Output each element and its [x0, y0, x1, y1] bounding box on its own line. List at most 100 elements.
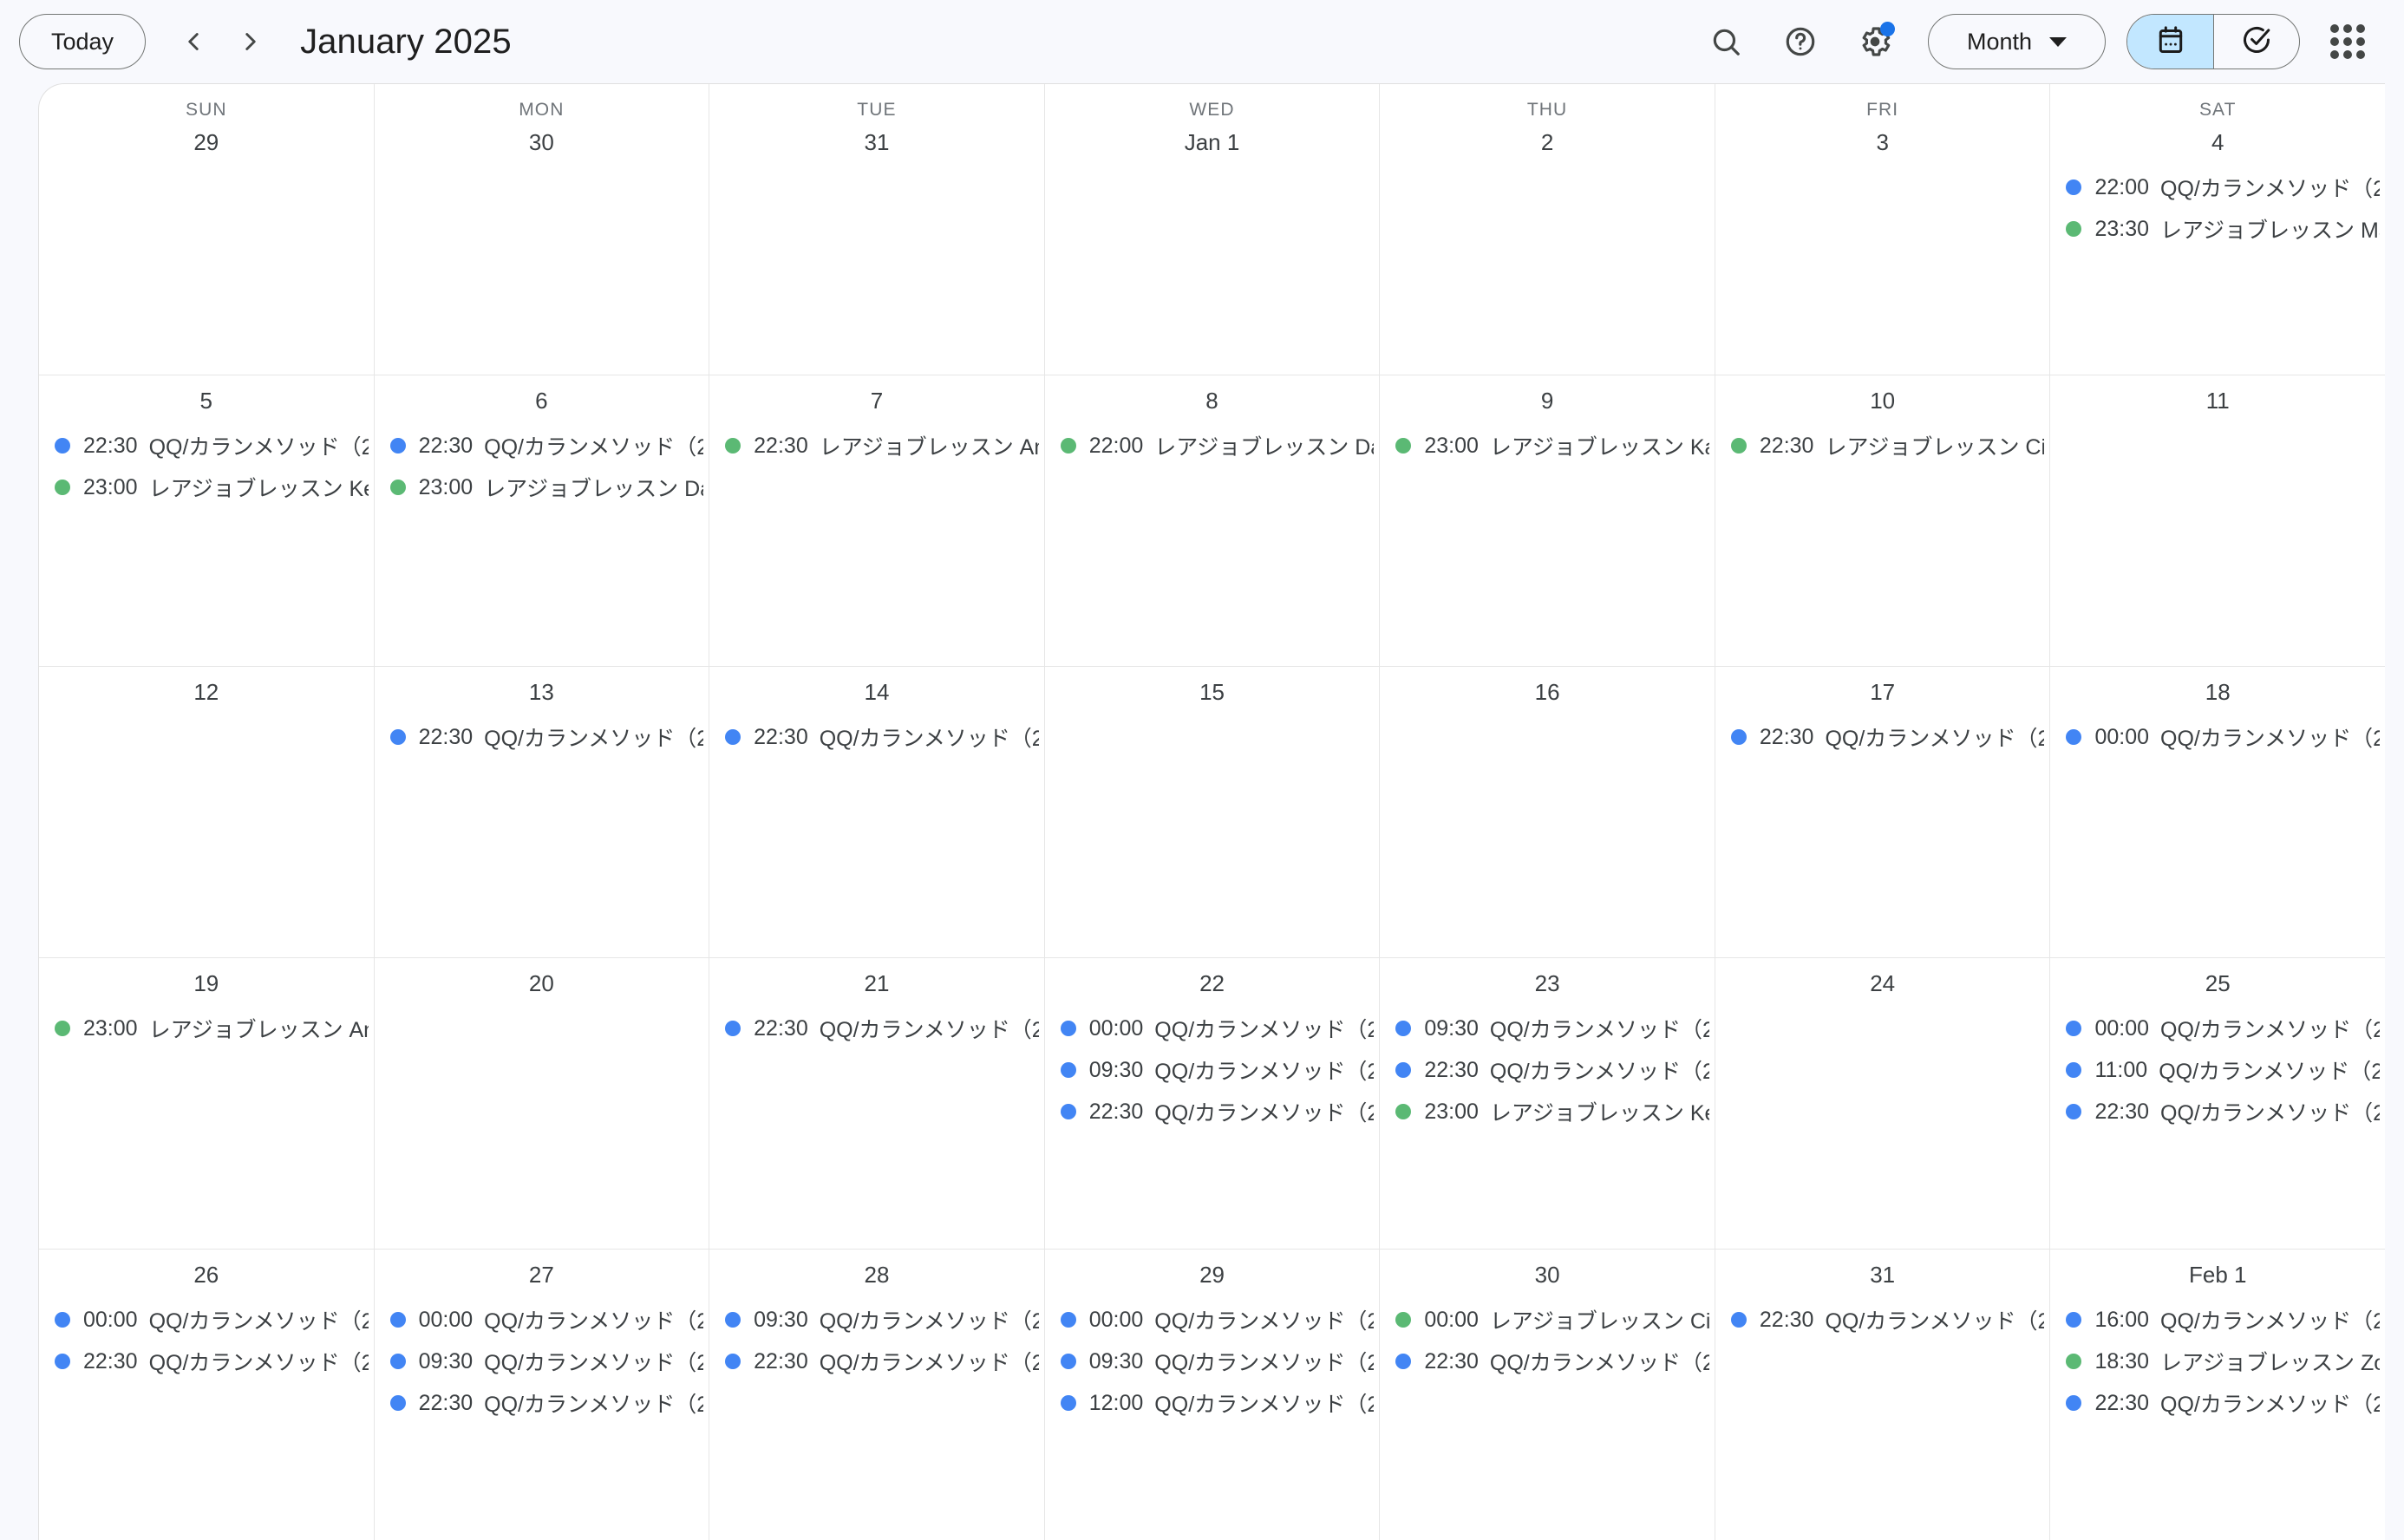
- day-number[interactable]: 19: [39, 962, 374, 1006]
- calendar-event[interactable]: 23:00 レアジョブレッスン Dan: [375, 467, 709, 508]
- day-cell[interactable]: 5 22:30 QQ/カランメソッド（25 23:00 レアジョブレッスン Kel: [39, 375, 375, 666]
- calendar-event[interactable]: 00:00 QQ/カランメソッド（2: [39, 1299, 374, 1341]
- calendar-event[interactable]: 16:00 QQ/カランメソッド（25: [2050, 1299, 2385, 1341]
- day-number[interactable]: 29: [1045, 1253, 1380, 1297]
- calendar-event[interactable]: 11:00 QQ/カランメソッド（25: [2050, 1049, 2385, 1091]
- calendar-event[interactable]: 09:30 QQ/カランメソッド（2: [1380, 1008, 1715, 1049]
- calendar-event[interactable]: 22:30 QQ/カランメソッド（25: [1715, 716, 2050, 758]
- calendar-event[interactable]: 22:30 QQ/カランメソッド（25: [375, 1382, 709, 1424]
- calendar-event[interactable]: 23:30 レアジョブレッスン Mar: [2050, 208, 2385, 250]
- day-cell[interactable]: 18 00:00 QQ/カランメソッド（2: [2050, 667, 2385, 957]
- help-button[interactable]: [1767, 8, 1834, 75]
- day-number[interactable]: 6: [375, 379, 709, 423]
- day-number[interactable]: 31: [1715, 1253, 2050, 1297]
- calendar-event[interactable]: 23:00 レアジョブレッスン Kel: [1380, 1091, 1715, 1132]
- calendar-event[interactable]: 22:30 QQ/カランメソッド（25: [39, 425, 374, 467]
- day-number[interactable]: 20: [375, 962, 709, 1006]
- day-cell[interactable]: 25 00:00 QQ/カランメソッド（2 11:00 QQ/カランメソッド（25 22:…: [2050, 958, 2385, 1249]
- calendar-event[interactable]: 23:00 レアジョブレッスン Kai: [1380, 425, 1715, 467]
- calendar-event[interactable]: 22:30 QQ/カランメソッド（25: [1380, 1341, 1715, 1382]
- previous-month-button[interactable]: [165, 13, 222, 70]
- toggle-tasks-button[interactable]: [2213, 15, 2299, 69]
- day-cell[interactable]: 12: [39, 667, 375, 957]
- day-cell[interactable]: 6 22:30 QQ/カランメソッド（25 23:00 レアジョブレッスン Dan: [375, 375, 710, 666]
- calendar-event[interactable]: 22:30 QQ/カランメソッド（25: [1045, 1091, 1380, 1132]
- calendar-event[interactable]: 09:30 QQ/カランメソッド（2: [1045, 1341, 1380, 1382]
- day-number[interactable]: 26: [39, 1253, 374, 1297]
- day-cell[interactable]: 15: [1045, 667, 1381, 957]
- calendar-event[interactable]: 22:30 QQ/カランメソッド（25: [709, 1341, 1044, 1382]
- day-number[interactable]: 14: [709, 670, 1044, 715]
- day-number[interactable]: 7: [709, 379, 1044, 423]
- calendar-event[interactable]: 09:30 QQ/カランメソッド（2: [709, 1299, 1044, 1341]
- calendar-event[interactable]: 22:30 レアジョブレッスン Ami: [709, 425, 1044, 467]
- calendar-event[interactable]: 00:00 QQ/カランメソッド（2: [2050, 716, 2385, 758]
- calendar-event[interactable]: 22:30 QQ/カランメソッド（25: [1715, 1299, 2050, 1341]
- day-number[interactable]: 29: [39, 121, 374, 165]
- search-button[interactable]: [1692, 8, 1760, 75]
- calendar-event[interactable]: 00:00 QQ/カランメソッド（2: [1045, 1299, 1380, 1341]
- day-cell[interactable]: TUE 31: [709, 84, 1045, 375]
- toggle-calendar-button[interactable]: [2127, 15, 2213, 69]
- day-number[interactable]: 31: [709, 121, 1044, 165]
- day-cell[interactable]: SUN 29: [39, 84, 375, 375]
- calendar-event[interactable]: 00:00 QQ/カランメソッド（2: [1045, 1008, 1380, 1049]
- today-button[interactable]: Today: [19, 14, 147, 69]
- calendar-event[interactable]: 00:00 QQ/カランメソッド（2: [2050, 1008, 2385, 1049]
- day-cell[interactable]: Feb 1 16:00 QQ/カランメソッド（25 18:30 レアジョブレッスン Zo…: [2050, 1250, 2385, 1540]
- day-cell[interactable]: 13 22:30 QQ/カランメソッド（25: [375, 667, 710, 957]
- day-cell[interactable]: 22 00:00 QQ/カランメソッド（2 09:30 QQ/カランメソッド（2 22:3…: [1045, 958, 1381, 1249]
- day-number[interactable]: 12: [39, 670, 374, 715]
- calendar-event[interactable]: 22:30 QQ/カランメソッド（25: [375, 716, 709, 758]
- day-number[interactable]: 10: [1715, 379, 2050, 423]
- day-cell[interactable]: 30 00:00 レアジョブレッスン Cin 22:30 QQ/カランメソッド（25: [1380, 1250, 1715, 1540]
- day-number[interactable]: 27: [375, 1253, 709, 1297]
- calendar-event[interactable]: 22:00 QQ/カランメソッド（2: [2050, 166, 2385, 208]
- settings-button[interactable]: [1841, 8, 1909, 75]
- calendar-event[interactable]: 22:30 QQ/カランメソッド（25: [2050, 1091, 2385, 1132]
- calendar-event[interactable]: 22:30 QQ/カランメソッド（25: [1380, 1049, 1715, 1091]
- day-cell[interactable]: 27 00:00 QQ/カランメソッド（2 09:30 QQ/カランメソッド（2 22:3…: [375, 1250, 710, 1540]
- day-number[interactable]: 21: [709, 962, 1044, 1006]
- day-number[interactable]: Feb 1: [2050, 1253, 2385, 1297]
- day-cell[interactable]: THU 2: [1380, 84, 1715, 375]
- day-cell[interactable]: 19 23:00 レアジョブレッスン Ann: [39, 958, 375, 1249]
- day-number[interactable]: 22: [1045, 962, 1380, 1006]
- google-apps-button[interactable]: [2314, 8, 2381, 75]
- day-number[interactable]: 8: [1045, 379, 1380, 423]
- day-number[interactable]: 28: [709, 1253, 1044, 1297]
- day-cell[interactable]: 24: [1715, 958, 2051, 1249]
- day-number[interactable]: 25: [2050, 962, 2385, 1006]
- day-cell[interactable]: 23 09:30 QQ/カランメソッド（2 22:30 QQ/カランメソッド（25 23:…: [1380, 958, 1715, 1249]
- next-month-button[interactable]: [222, 13, 279, 70]
- day-cell[interactable]: 20: [375, 958, 710, 1249]
- day-cell[interactable]: 10 22:30 レアジョブレッスン Cin: [1715, 375, 2051, 666]
- day-cell[interactable]: FRI 3: [1715, 84, 2051, 375]
- day-cell[interactable]: 14 22:30 QQ/カランメソッド（25: [709, 667, 1045, 957]
- day-number[interactable]: 5: [39, 379, 374, 423]
- day-cell[interactable]: 9 23:00 レアジョブレッスン Kai: [1380, 375, 1715, 666]
- calendar-event[interactable]: 22:00 レアジョブレッスン Dan: [1045, 425, 1380, 467]
- day-number[interactable]: 2: [1380, 121, 1715, 165]
- day-cell[interactable]: 16: [1380, 667, 1715, 957]
- day-cell[interactable]: 17 22:30 QQ/カランメソッド（25: [1715, 667, 2051, 957]
- calendar-event[interactable]: 22:30 レアジョブレッスン Cin: [1715, 425, 2050, 467]
- view-select-dropdown[interactable]: Month: [1928, 14, 2106, 69]
- day-number[interactable]: 15: [1045, 670, 1380, 715]
- calendar-event[interactable]: 22:30 QQ/カランメソッド（25: [709, 1008, 1044, 1049]
- day-number[interactable]: 17: [1715, 670, 2050, 715]
- day-number[interactable]: 4: [2050, 121, 2385, 165]
- day-cell[interactable]: 28 09:30 QQ/カランメソッド（2 22:30 QQ/カランメソッド（25: [709, 1250, 1045, 1540]
- calendar-event[interactable]: 18:30 レアジョブレッスン Zow: [2050, 1341, 2385, 1382]
- day-cell[interactable]: 7 22:30 レアジョブレッスン Ami: [709, 375, 1045, 666]
- calendar-event[interactable]: 00:00 QQ/カランメソッド（2: [375, 1299, 709, 1341]
- day-number[interactable]: 16: [1380, 670, 1715, 715]
- day-number[interactable]: 11: [2050, 379, 2385, 423]
- day-cell[interactable]: SAT 4 22:00 QQ/カランメソッド（2 23:30 レアジョブレッスン Mar: [2050, 84, 2385, 375]
- day-cell[interactable]: 26 00:00 QQ/カランメソッド（2 22:30 QQ/カランメソッド（25: [39, 1250, 375, 1540]
- calendar-event[interactable]: 09:30 QQ/カランメソッド（2: [375, 1341, 709, 1382]
- calendar-event[interactable]: 22:30 QQ/カランメソッド（25: [39, 1341, 374, 1382]
- calendar-event[interactable]: 22:30 QQ/カランメソッド（25: [2050, 1382, 2385, 1424]
- calendar-event[interactable]: 23:00 レアジョブレッスン Ann: [39, 1008, 374, 1049]
- calendar-event[interactable]: 00:00 レアジョブレッスン Cin: [1380, 1299, 1715, 1341]
